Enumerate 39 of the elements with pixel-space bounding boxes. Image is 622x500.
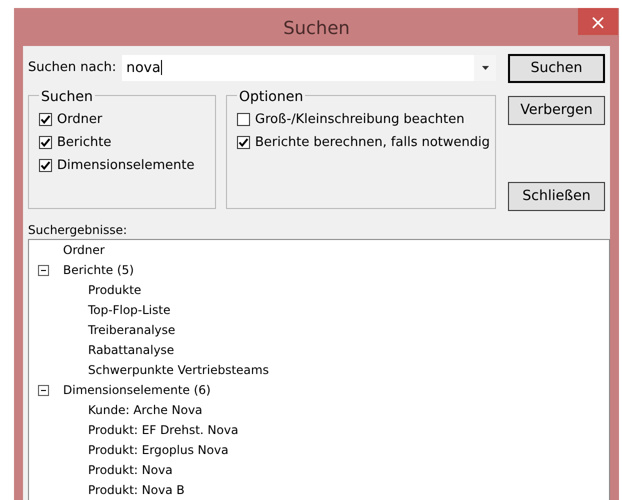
tree-item[interactable]: Produkte [88, 281, 142, 299]
checkbox[interactable] [39, 159, 52, 172]
caret-icon [482, 66, 488, 70]
checkbox[interactable] [237, 113, 250, 126]
checkbox[interactable] [39, 136, 52, 149]
tree-item[interactable]: Berichte (5) [63, 261, 134, 279]
tree-item[interactable]: Produkt: Nova B [88, 481, 185, 499]
checkmark-icon [238, 137, 249, 148]
search-label: Suchen nach: [28, 59, 116, 78]
checkbox-label: Berichte berechnen, falls notwendig [255, 134, 490, 152]
checkbox-label: Ordner [57, 110, 102, 129]
tree-item[interactable]: Dimensionselemente (6) [63, 381, 211, 399]
dialog-button[interactable]: Verbergen [508, 96, 605, 125]
tree-item[interactable]: Rabattanalyse [88, 341, 174, 359]
collapse-icon[interactable] [38, 384, 49, 396]
close-button[interactable]: × [578, 8, 618, 35]
tree-item[interactable]: Kunde: Arche Nova [88, 401, 202, 419]
tree-item[interactable]: Produkt: Nova [88, 461, 173, 479]
results-label: Suchergebnisse: [28, 222, 128, 239]
dropdown-button[interactable] [474, 55, 496, 81]
window-title: Suchen [283, 17, 350, 41]
tree-item[interactable]: Produkt: EF Drehst. Nova [88, 421, 238, 439]
tree-item[interactable]: Produkt: Ergoplus Nova [88, 441, 228, 459]
checkbox-label: Dimensionselemente [57, 156, 194, 175]
checkbox[interactable] [39, 113, 52, 126]
tree-item[interactable]: Schwerpunkte Vertriebsteams [88, 361, 269, 379]
dialog-button[interactable]: Schließen [508, 182, 605, 211]
tree-item[interactable]: Ordner [63, 241, 105, 259]
dialog-button[interactable]: Suchen [508, 54, 605, 83]
checkbox-label: Berichte [57, 134, 112, 152]
checkmark-icon [40, 114, 51, 125]
tree-item[interactable]: Top-Flop-Liste [88, 301, 170, 319]
checkbox-label: Groß-/Kleinschreibung beachten [255, 110, 464, 129]
search-field[interactable]: nova [122, 55, 496, 81]
checkmark-icon [40, 137, 51, 148]
collapse-icon[interactable] [38, 264, 49, 276]
checkbox[interactable] [237, 136, 250, 149]
tree-item[interactable]: Treiberanalyse [88, 321, 176, 339]
checkmark-icon [40, 160, 51, 171]
